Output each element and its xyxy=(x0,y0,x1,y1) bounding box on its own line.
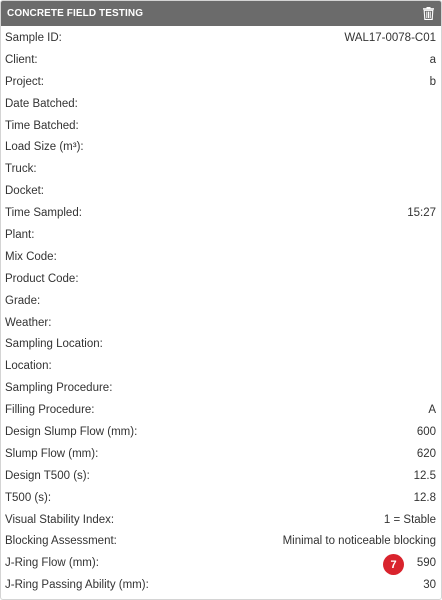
field-row-t500: T500 (s): 12.8 xyxy=(1,487,441,509)
field-label: Slump Flow (mm): xyxy=(5,447,99,460)
field-label: Location: xyxy=(5,360,52,373)
field-row-sampling-location: Sampling Location: xyxy=(1,333,441,355)
field-label: Time Batched: xyxy=(5,119,79,132)
field-row-j-ring-flow: J-Ring Flow (mm): 7 590 xyxy=(1,552,441,576)
field-value: Minimal to noticeable blocking xyxy=(282,535,436,548)
field-label: Weather: xyxy=(5,316,52,329)
field-label: Design Slump Flow (mm): xyxy=(5,425,138,438)
field-row-truck: Truck: xyxy=(1,158,441,180)
field-row-product-code: Product Code: xyxy=(1,268,441,290)
field-row-sample-id: Sample ID: WAL17-0078-C01 xyxy=(1,27,441,49)
field-row-load-size: Load Size (m³): xyxy=(1,136,441,158)
field-label: J-Ring Passing Ability (mm): xyxy=(5,579,149,592)
field-row-time-sampled: Time Sampled: 15:27 xyxy=(1,202,441,224)
field-label: T500 (s): xyxy=(5,491,52,504)
notification-badge[interactable]: 7 xyxy=(383,554,404,576)
field-row-project: Project: b xyxy=(1,71,441,93)
field-value: WAL17-0078-C01 xyxy=(344,31,436,44)
field-value: 600 xyxy=(416,425,436,438)
field-row-design-slump-flow: Design Slump Flow (mm): 600 xyxy=(1,421,441,443)
field-label: Plant: xyxy=(5,228,35,241)
field-row-j-ring-passing-ability: J-Ring Passing Ability (mm): 30 xyxy=(1,574,441,596)
field-value: 12.8 xyxy=(413,491,436,504)
field-label: Load Size (m³): xyxy=(5,141,84,154)
field-value: 590 xyxy=(416,557,436,570)
field-value: A xyxy=(428,404,436,417)
field-label: Date Batched: xyxy=(5,97,78,110)
field-label: Truck: xyxy=(5,163,37,176)
field-label: Filling Procedure: xyxy=(5,404,95,417)
field-value: 620 xyxy=(416,447,436,460)
field-row-client: Client: a xyxy=(1,49,441,71)
panel-header: CONCRETE FIELD TESTING xyxy=(1,1,441,26)
field-value: 12.5 xyxy=(413,469,436,482)
field-row-blocking-assessment: Blocking Assessment: Minimal to noticeab… xyxy=(1,530,441,552)
field-value: a xyxy=(429,53,436,66)
field-list: Sample ID: WAL17-0078-C01 Client: a Proj… xyxy=(1,26,441,596)
field-row-grade: Grade: xyxy=(1,290,441,312)
field-value: 30 xyxy=(423,579,436,592)
field-row-filling-procedure: Filling Procedure: A xyxy=(1,399,441,421)
field-label: Sampling Location: xyxy=(5,338,103,351)
field-row-sampling-procedure: Sampling Procedure: xyxy=(1,377,441,399)
field-label: Mix Code: xyxy=(5,250,57,263)
field-label: Design T500 (s): xyxy=(5,469,90,482)
field-row-slump-flow: Slump Flow (mm): 620 xyxy=(1,443,441,465)
field-label: Sample ID: xyxy=(5,31,62,44)
concrete-field-testing-panel: CONCRETE FIELD TESTING Sample ID: WAL17-… xyxy=(0,0,442,600)
field-row-time-batched: Time Batched: xyxy=(1,115,441,137)
field-value: b xyxy=(429,75,436,88)
field-row-docket: Docket: xyxy=(1,180,441,202)
field-label: Client: xyxy=(5,53,38,66)
field-row-plant: Plant: xyxy=(1,224,441,246)
trash-icon[interactable] xyxy=(421,6,435,22)
field-label: Grade: xyxy=(5,294,41,307)
field-row-location: Location: xyxy=(1,355,441,377)
field-label: J-Ring Flow (mm): xyxy=(5,557,99,570)
field-label: Docket: xyxy=(5,185,44,198)
field-label: Blocking Assessment: xyxy=(5,535,117,548)
field-row-visual-stability-index: Visual Stability Index: 1 = Stable xyxy=(1,509,441,531)
field-label: Product Code: xyxy=(5,272,79,285)
field-value: 15:27 xyxy=(407,207,436,220)
field-row-design-t500: Design T500 (s): 12.5 xyxy=(1,465,441,487)
panel-title: CONCRETE FIELD TESTING xyxy=(7,8,144,19)
field-label: Sampling Procedure: xyxy=(5,382,113,395)
field-row-weather: Weather: xyxy=(1,312,441,334)
field-label: Project: xyxy=(5,75,44,88)
field-row-mix-code: Mix Code: xyxy=(1,246,441,268)
field-value: 1 = Stable xyxy=(383,513,436,526)
field-label: Visual Stability Index: xyxy=(5,513,115,526)
field-label: Time Sampled: xyxy=(5,207,82,220)
field-row-date-batched: Date Batched: xyxy=(1,93,441,115)
